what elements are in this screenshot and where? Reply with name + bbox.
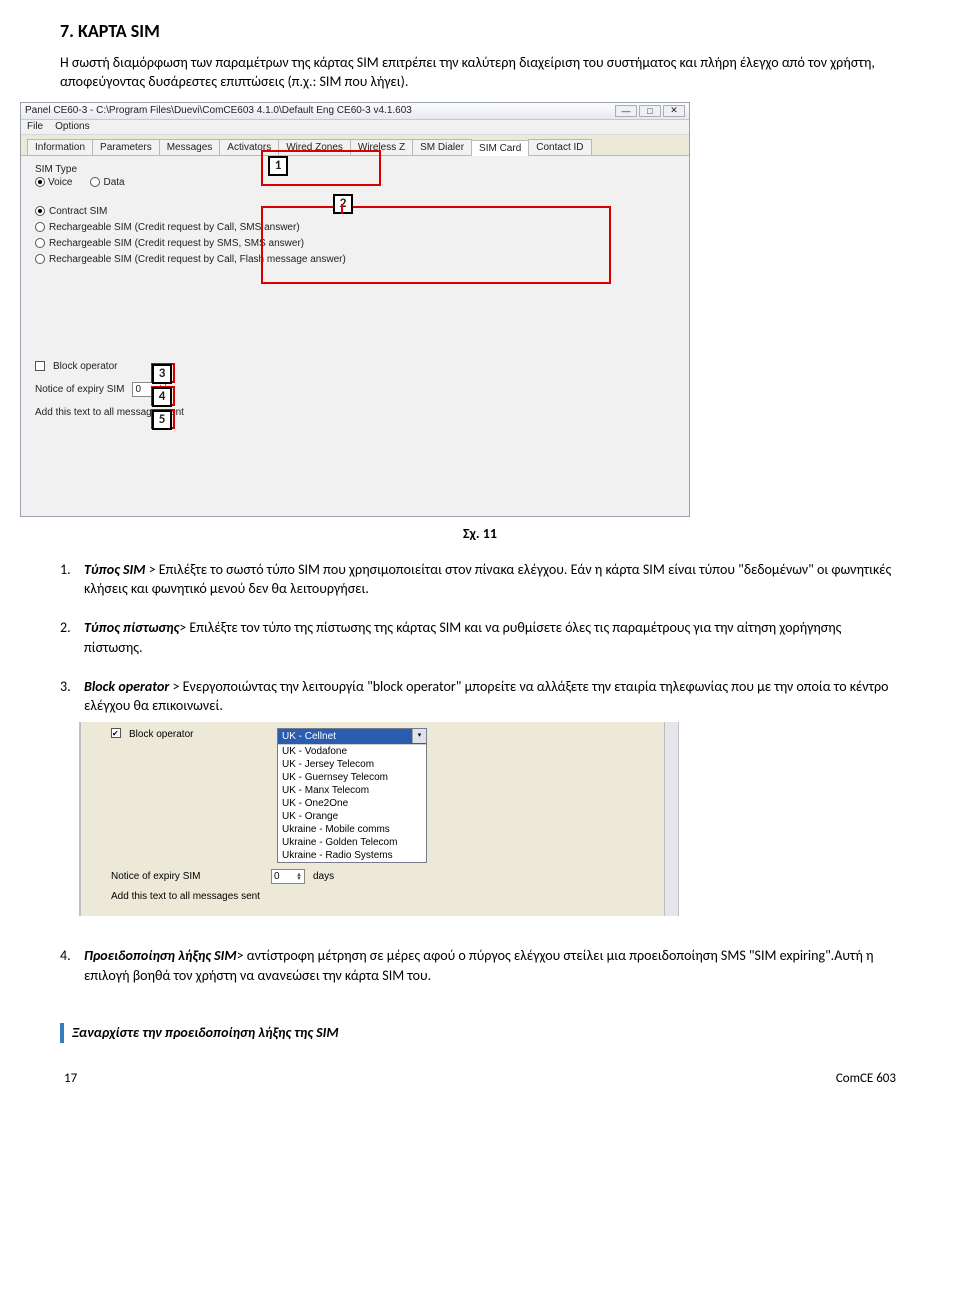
item-list: 1. Τύπος SIM > Επιλέξτε το σωστό τύπο SI… [60, 560, 900, 985]
doc-name: ComCE 603 [836, 1071, 896, 1086]
page-footer: 17 ComCE 603 [60, 1071, 900, 1086]
close-button[interactable]: ✕ [663, 105, 685, 117]
block-operator-checkbox-2[interactable] [111, 728, 121, 738]
dropdown-option[interactable]: UK - One2One [278, 797, 426, 810]
restart-heading: Ξαναρχίστε την προειδοποίηση λήξης της S… [60, 1023, 900, 1043]
notice-row: Notice of expiry SIM 0 ▲▼ [35, 382, 675, 397]
tab-parameters[interactable]: Parameters [92, 139, 160, 155]
dropdown-option[interactable]: Ukraine - Mobile comms [278, 823, 426, 836]
tab-information[interactable]: Information [27, 139, 93, 155]
callout-number-1: 1 [268, 156, 288, 176]
dropdown-selected: UK - Cellnet [278, 729, 426, 745]
menubar: File Options [21, 120, 689, 135]
spinner-arrows-icon: ▲▼ [296, 873, 302, 881]
notice-unit: days [313, 870, 334, 884]
window-title: Panel CE60-3 - C:\Program Files\Duevi\Co… [25, 105, 412, 116]
operator-dropdown[interactable]: ▾ UK - Cellnet UK - Vodafone UK - Jersey… [277, 728, 427, 864]
item-4: 4. Προειδοποίηση λήξης SIM> αντίστροφη μ… [60, 946, 900, 985]
radio-data[interactable]: Data [90, 177, 124, 188]
callout-box-2 [261, 206, 611, 284]
dropdown-option[interactable]: Ukraine - Radio Systems [278, 849, 426, 862]
item-1: 1. Τύπος SIM > Επιλέξτε το σωστό τύπο SI… [60, 560, 900, 599]
section-title: 7. ΚΑΡΤΑ SIM [60, 20, 900, 42]
maximize-button[interactable]: □ [639, 105, 661, 117]
tab-sim-card[interactable]: SIM Card [471, 140, 529, 156]
block-operator-checkbox[interactable] [35, 361, 45, 371]
dropdown-option[interactable]: Ukraine - Golden Telecom [278, 836, 426, 849]
dropdown-option[interactable]: UK - Guernsey Telecom [278, 771, 426, 784]
menu-options[interactable]: Options [55, 121, 89, 132]
app-window-screenshot-1: Panel CE60-3 - C:\Program Files\Duevi\Co… [20, 102, 690, 517]
tab-messages[interactable]: Messages [159, 139, 221, 155]
callout-number-2: 2 [333, 194, 353, 214]
dropdown-option[interactable]: UK - Vodafone [278, 745, 426, 758]
notice-label-2: Notice of expiry SIM [111, 870, 263, 884]
block-operator-row: Block operator [35, 361, 675, 372]
scrollbar[interactable] [664, 722, 678, 917]
section-intro: Η σωστή διαμόρφωση των παραμέτρων της κά… [60, 54, 900, 92]
callout-number-4: 4 [152, 387, 172, 407]
block-operator-label-2: Block operator [129, 728, 269, 742]
minimize-button[interactable]: — [615, 105, 637, 117]
notice-label: Notice of expiry SIM [35, 384, 124, 395]
radio-data-dot [90, 177, 100, 187]
callout-connector-2 [341, 204, 343, 214]
accent-bar [60, 1023, 64, 1043]
add-text-row: Add this text to all messages sent [35, 407, 675, 418]
tab-content: SIM Type Voice Data Contract SIM Recharg… [21, 156, 689, 516]
app-window-screenshot-2: Block operator ▾ UK - Cellnet UK - Vodaf… [79, 722, 679, 917]
tab-contact-id[interactable]: Contact ID [528, 139, 591, 155]
item-3: 3. Block operator > Ενεργοποιώντας την λ… [60, 677, 900, 916]
block-operator-label: Block operator [53, 361, 117, 372]
dropdown-option[interactable]: UK - Manx Telecom [278, 784, 426, 797]
titlebar: Panel CE60-3 - C:\Program Files\Duevi\Co… [21, 103, 689, 120]
tab-sm-dialer[interactable]: SM Dialer [412, 139, 472, 155]
radio-voice-dot [35, 177, 45, 187]
add-text-label-2: Add this text to all messages sent [111, 890, 260, 904]
figure-caption: Σχ. 11 [60, 525, 900, 542]
chevron-down-icon: ▾ [412, 729, 426, 743]
dropdown-list: UK - Vodafone UK - Jersey Telecom UK - G… [278, 744, 426, 862]
dropdown-option[interactable]: UK - Orange [278, 810, 426, 823]
page-number: 17 [64, 1071, 77, 1086]
callout-number-3: 3 [152, 364, 172, 384]
item-2: 2. Τύπος πίστωσης> Επιλέξτε τον τύπο της… [60, 618, 900, 657]
notice-spinner-2[interactable]: 0 ▲▼ [271, 869, 305, 884]
radio-voice[interactable]: Voice [35, 177, 72, 188]
menu-file[interactable]: File [27, 121, 43, 132]
callout-number-5: 5 [152, 410, 172, 430]
dropdown-option[interactable]: UK - Jersey Telecom [278, 758, 426, 771]
